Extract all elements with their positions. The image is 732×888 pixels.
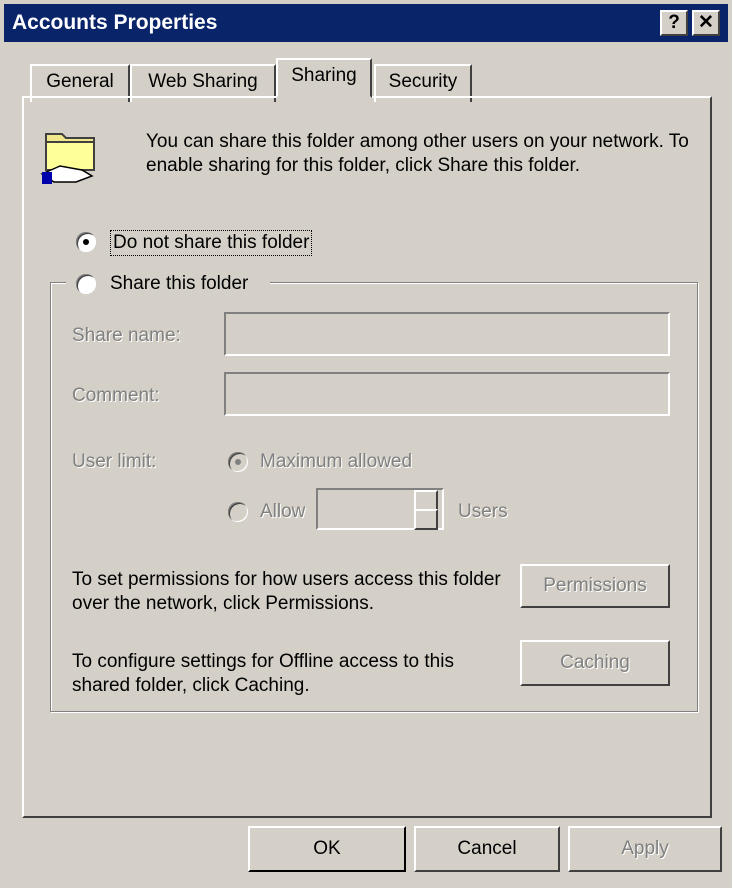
spin-up-button[interactable] <box>414 490 438 511</box>
share-this-folder-label[interactable]: Share this folder <box>110 272 248 296</box>
allow-users-spinbox[interactable] <box>316 488 444 530</box>
properties-dialog: Accounts Properties ? ✕ General Web Shar… <box>0 0 732 888</box>
do-not-share-label[interactable]: Do not share this folder <box>110 230 313 256</box>
sharing-info-text: You can share this folder among other us… <box>146 131 689 176</box>
help-icon: ? <box>668 12 680 33</box>
ok-button[interactable]: OK <box>248 826 406 872</box>
user-limit-label: User limit: <box>72 451 157 472</box>
allow-label: Allow <box>260 501 306 522</box>
maximum-allowed-label: Maximum allowed <box>260 451 413 472</box>
cancel-button[interactable]: Cancel <box>414 826 560 872</box>
ok-button-label: OK <box>313 838 341 859</box>
spin-down-button[interactable] <box>414 509 438 530</box>
do-not-share-text: Do not share this folder <box>113 232 310 253</box>
help-button[interactable]: ? <box>660 10 688 36</box>
apply-button-label: Apply <box>621 838 669 859</box>
caching-button[interactable]: Caching <box>520 640 670 686</box>
title-bar[interactable]: Accounts Properties ? ✕ <box>4 4 728 42</box>
comment-label: Comment: <box>72 385 160 406</box>
close-icon: ✕ <box>698 12 714 33</box>
share-name-label: Share name: <box>72 325 181 346</box>
window-title: Accounts Properties <box>12 11 218 34</box>
share-this-folder-radio[interactable] <box>76 274 96 294</box>
share-name-input[interactable] <box>224 312 670 356</box>
shared-folder-icon <box>40 133 95 184</box>
allow-radio[interactable] <box>228 502 248 522</box>
apply-button[interactable]: Apply <box>568 826 722 872</box>
cancel-button-label: Cancel <box>457 838 517 859</box>
radio-selected-dot <box>235 459 241 465</box>
radio-selected-dot <box>83 239 89 245</box>
tab-label: General <box>46 71 114 92</box>
tab-label: Sharing <box>291 65 357 86</box>
permissions-button-label: Permissions <box>543 575 647 596</box>
users-label: Users <box>458 501 508 522</box>
comment-input[interactable] <box>224 372 670 416</box>
tab-sharing[interactable]: Sharing <box>276 58 372 98</box>
caching-text: To configure settings for Offline access… <box>72 651 454 696</box>
close-button[interactable]: ✕ <box>692 10 720 36</box>
caching-button-label: Caching <box>560 652 630 673</box>
permissions-button[interactable]: Permissions <box>520 564 670 608</box>
tab-label: Web Sharing <box>148 71 258 92</box>
do-not-share-radio[interactable] <box>76 232 96 252</box>
tab-label: Security <box>388 71 458 92</box>
maximum-allowed-radio[interactable] <box>228 452 248 472</box>
permissions-text: To set permissions for how users access … <box>72 569 501 614</box>
